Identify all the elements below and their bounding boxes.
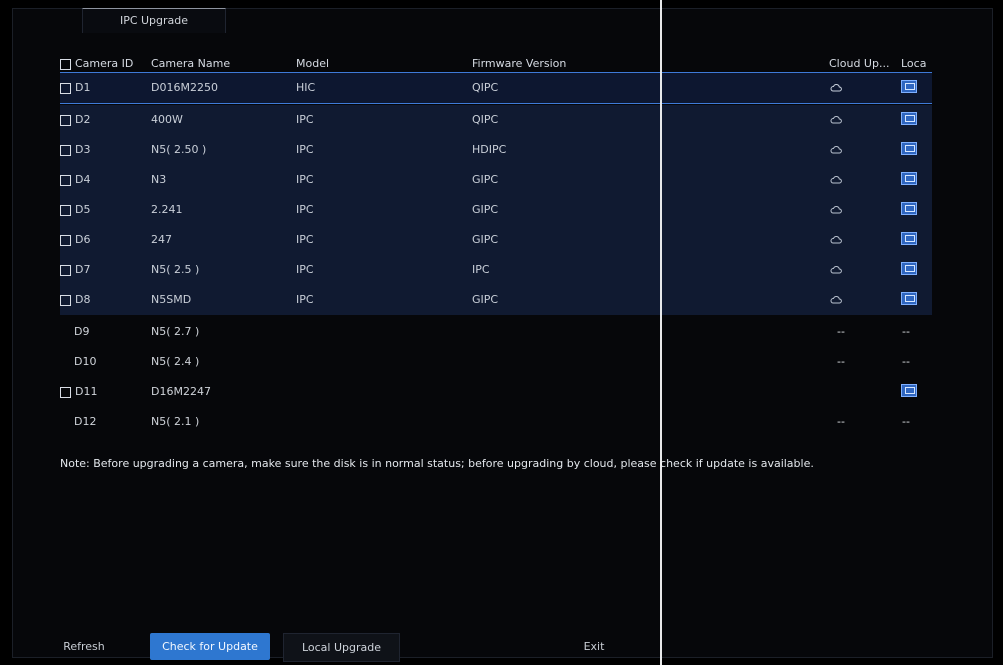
local-upgrade-icon[interactable] xyxy=(901,105,921,135)
cloud-icon[interactable] xyxy=(830,165,850,195)
local-upgrade-icon[interactable] xyxy=(901,165,921,195)
local-upgrade-icon[interactable] xyxy=(901,255,921,285)
row-checkbox[interactable] xyxy=(60,144,71,156)
cloud-icon[interactable] xyxy=(830,135,850,165)
table-row[interactable]: D11 D16M2247 xyxy=(60,377,932,407)
table-row[interactable]: D8 N5SMD IPC GIPC xyxy=(60,285,932,315)
row-checkbox[interactable] xyxy=(60,386,71,398)
table-row[interactable]: D2 400W IPC QIPC xyxy=(60,105,932,135)
exit-button[interactable]: Exit xyxy=(574,633,614,660)
header-cloud-upgrade[interactable]: Cloud Up... xyxy=(829,55,899,72)
cloud-icon[interactable] xyxy=(830,285,850,315)
header-firmware-version[interactable]: Firmware Version xyxy=(472,55,602,72)
upgrade-note: Note: Before upgrading a camera, make su… xyxy=(60,457,814,470)
local-upgrade-button[interactable]: Local Upgrade xyxy=(283,633,400,662)
row-checkbox[interactable] xyxy=(60,82,71,94)
local-upgrade-icon[interactable] xyxy=(901,225,921,255)
local-upgrade-icon[interactable] xyxy=(901,285,921,315)
local-upgrade-icon[interactable] xyxy=(901,73,921,103)
cloud-icon[interactable] xyxy=(830,195,850,225)
cloud-icon[interactable] xyxy=(830,225,850,255)
local-upgrade-icon[interactable] xyxy=(901,195,921,225)
row-checkbox[interactable] xyxy=(60,114,71,126)
header-model[interactable]: Model xyxy=(296,55,396,72)
cloud-icon[interactable] xyxy=(830,73,850,103)
cloud-icon[interactable] xyxy=(830,105,850,135)
table-row[interactable]: D12 N5( 2.1 ) -- -- xyxy=(60,407,932,437)
row-checkbox[interactable] xyxy=(60,294,71,306)
vertical-divider xyxy=(660,0,662,665)
local-upgrade-icon[interactable] xyxy=(901,135,921,165)
cloud-icon[interactable] xyxy=(830,255,850,285)
table-row[interactable]: D1 D016M2250 HIC QIPC xyxy=(60,72,932,104)
table-row[interactable]: D6 247 IPC GIPC xyxy=(60,225,932,255)
local-upgrade-icon[interactable] xyxy=(901,377,921,407)
table-row[interactable]: D4 N3 IPC GIPC xyxy=(60,165,932,195)
row-checkbox[interactable] xyxy=(60,174,71,186)
table-row[interactable]: D5 2.241 IPC GIPC xyxy=(60,195,932,225)
tab-ipc-upgrade[interactable]: IPC Upgrade xyxy=(82,8,226,33)
table-row[interactable]: D7 N5( 2.5 ) IPC IPC xyxy=(60,255,932,285)
row-checkbox[interactable] xyxy=(60,204,71,216)
header-camera-name[interactable]: Camera Name xyxy=(151,55,261,72)
refresh-button[interactable]: Refresh xyxy=(60,633,108,660)
row-checkbox[interactable] xyxy=(60,234,71,246)
check-for-update-button[interactable]: Check for Update xyxy=(150,633,270,660)
header-local[interactable]: Loca xyxy=(901,55,931,72)
header-camera-id[interactable]: Camera ID xyxy=(60,55,140,72)
table-row[interactable]: D10 N5( 2.4 ) -- -- xyxy=(60,347,932,377)
select-all-checkbox[interactable] xyxy=(60,58,71,70)
table-row[interactable]: D3 N5( 2.50 ) IPC HDIPC xyxy=(60,135,932,165)
table-header: Camera ID Camera Name Model Firmware Ver… xyxy=(60,55,932,72)
table-row[interactable]: D9 N5( 2.7 ) -- -- xyxy=(60,317,932,347)
row-checkbox[interactable] xyxy=(60,264,71,276)
